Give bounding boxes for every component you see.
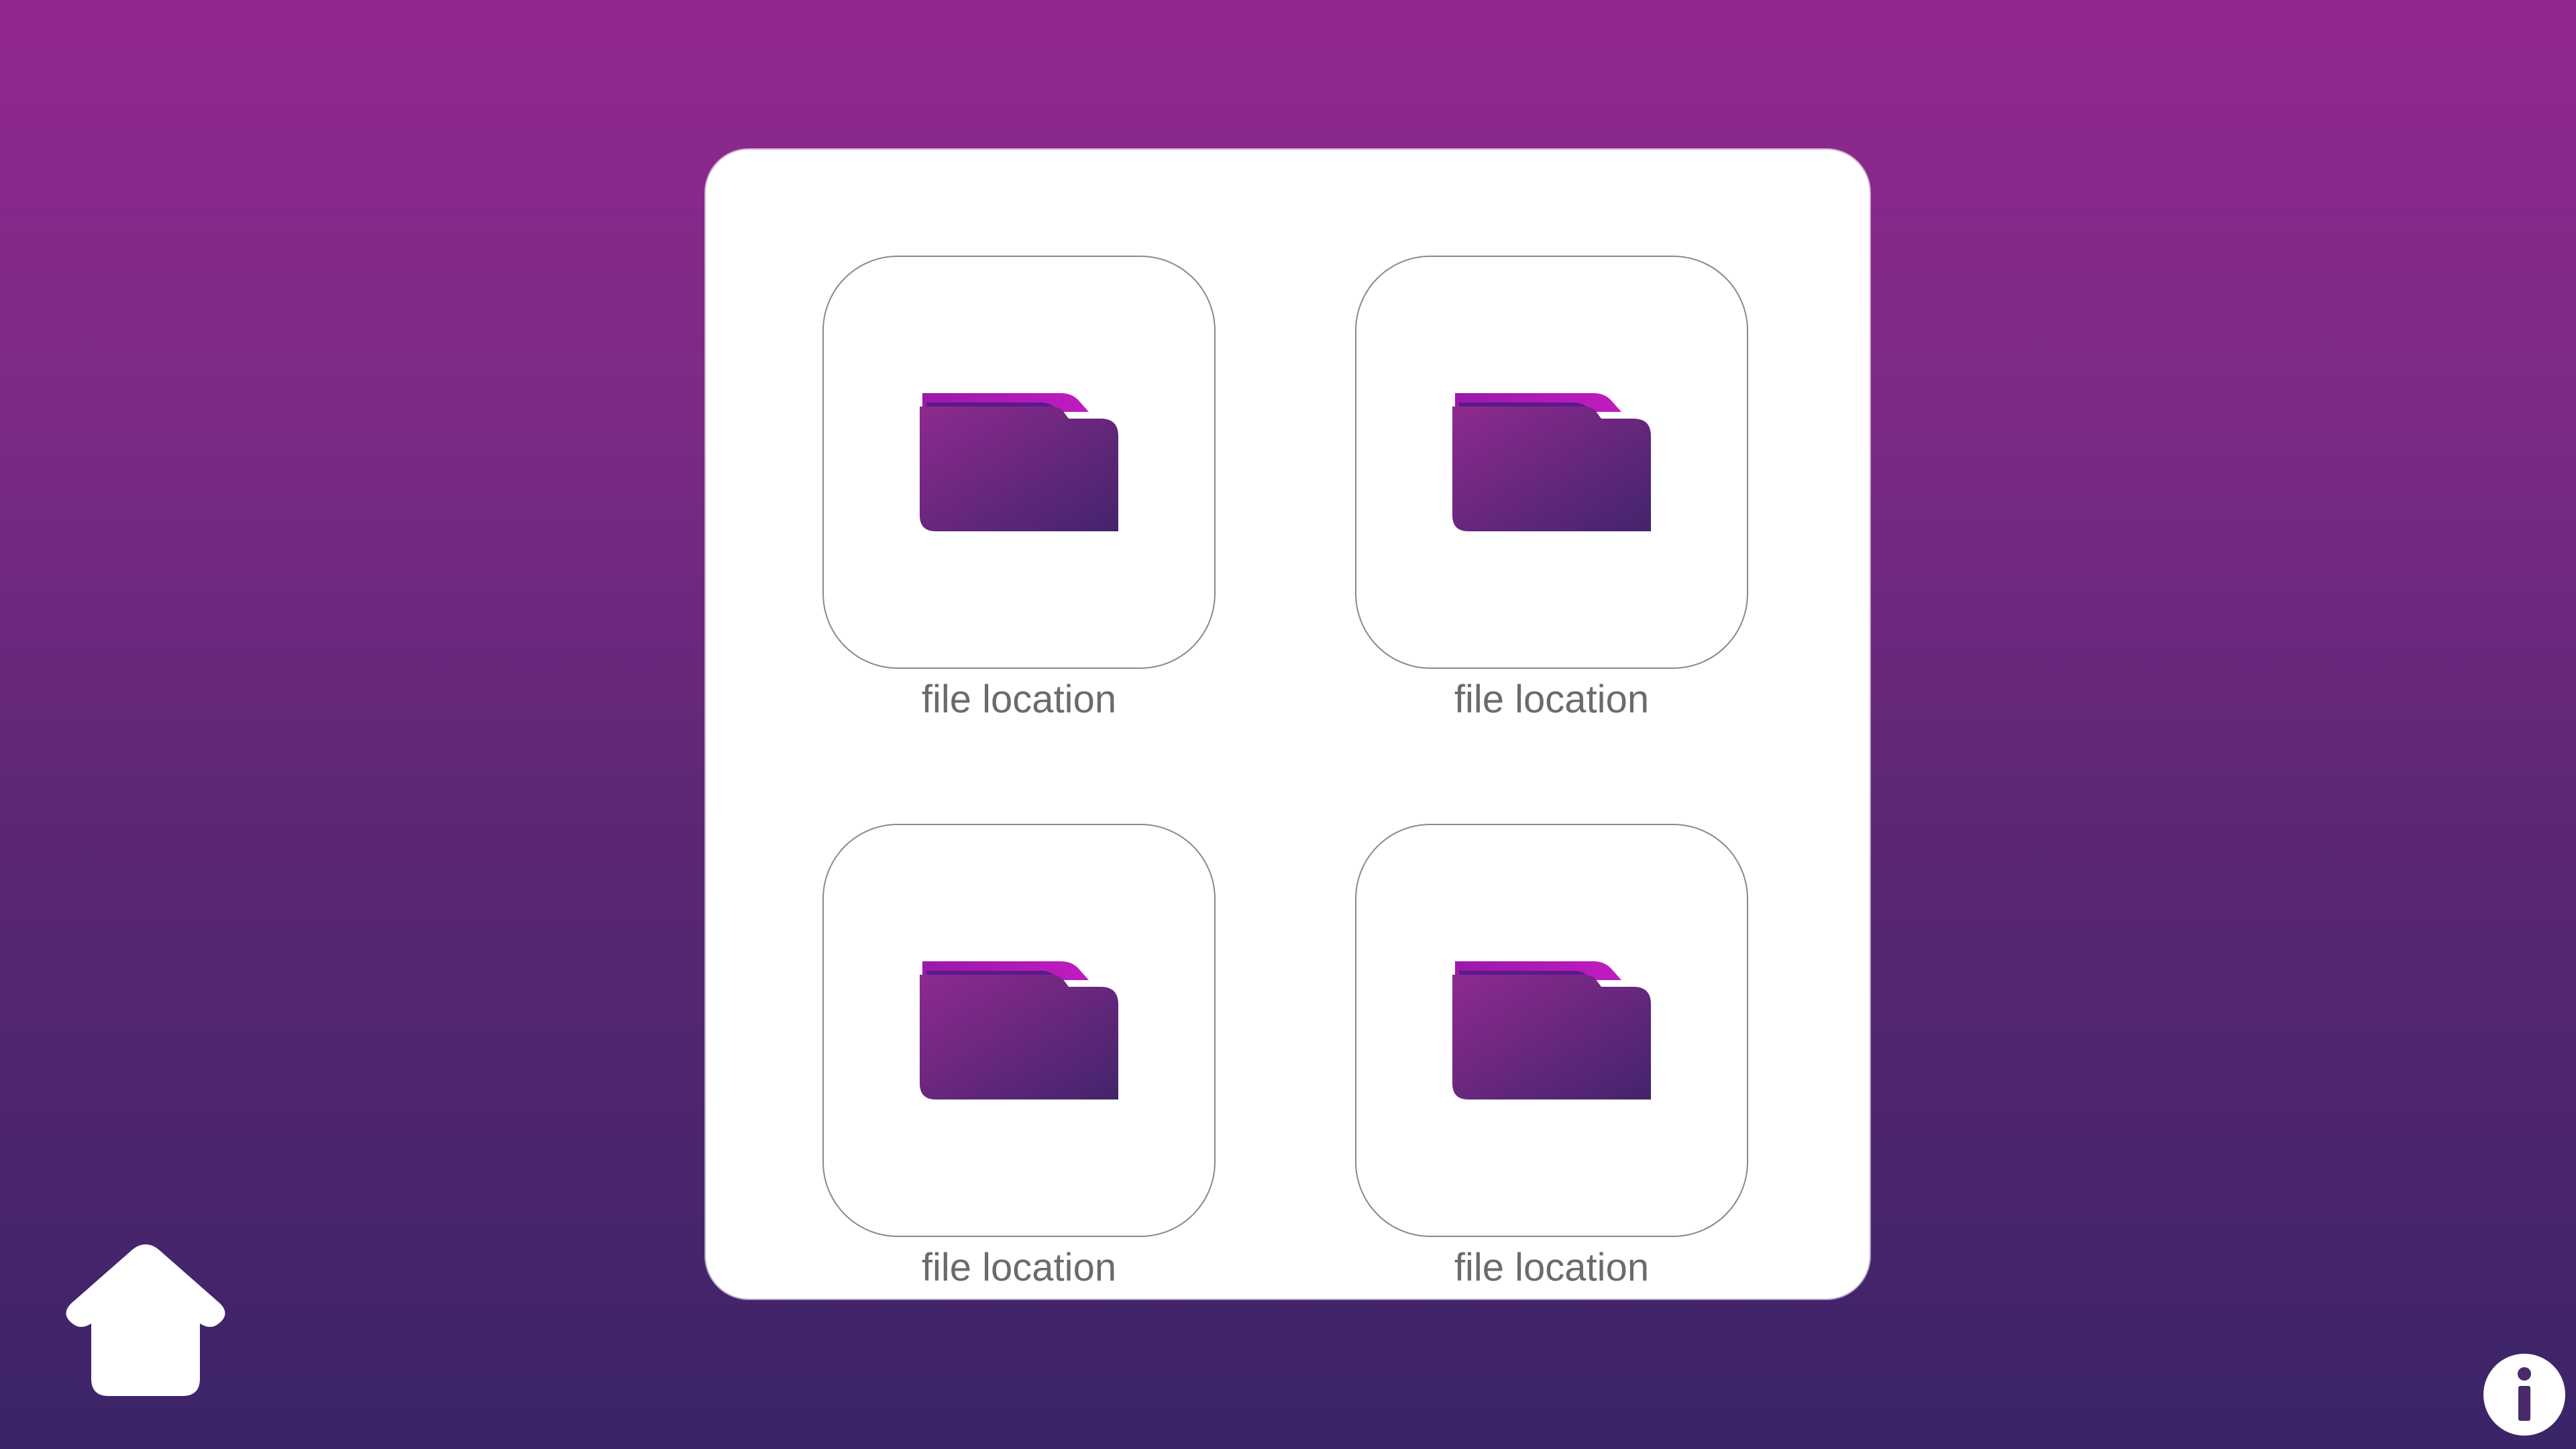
- file-location-label: file location: [921, 678, 1117, 721]
- info-icon: [2483, 1354, 2565, 1436]
- file-location-item[interactable]: file location: [1355, 256, 1751, 722]
- folder-icon: [1452, 961, 1651, 1099]
- file-location-tile[interactable]: [1355, 824, 1748, 1237]
- file-location-tile[interactable]: [822, 256, 1216, 669]
- file-location-item[interactable]: file location: [822, 256, 1218, 722]
- file-location-tile[interactable]: [1355, 256, 1748, 669]
- file-location-label: file location: [921, 1246, 1117, 1289]
- file-location-item[interactable]: file location: [1355, 824, 1751, 1291]
- file-locations-panel: file location file location file locatio…: [706, 150, 1870, 1299]
- info-button[interactable]: [2483, 1354, 2565, 1436]
- folder-icon: [920, 393, 1118, 531]
- folder-icon: [920, 961, 1118, 1099]
- home-button[interactable]: [64, 1244, 227, 1396]
- file-location-item[interactable]: file location: [822, 824, 1218, 1291]
- file-location-label: file location: [1454, 678, 1650, 721]
- folder-icon: [1452, 393, 1651, 531]
- file-location-label: file location: [1454, 1246, 1650, 1289]
- home-icon: [66, 1244, 225, 1396]
- file-location-tile[interactable]: [822, 824, 1216, 1237]
